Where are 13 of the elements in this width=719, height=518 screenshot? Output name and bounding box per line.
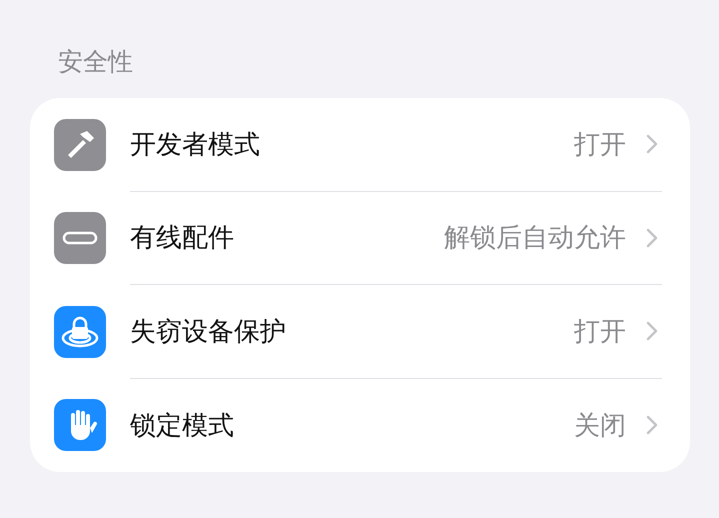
setting-label[interactable]: 开发者模式 (130, 126, 574, 162)
section-title: 安全性 (57, 46, 134, 78)
chevron-icon[interactable] (646, 415, 658, 436)
setting-value: 解锁后自动允许 (444, 222, 626, 256)
setting-label[interactable]: 有线配件 (130, 220, 444, 256)
setting-label[interactable]: 失窃设备保护 (130, 314, 574, 349)
chevron-icon[interactable] (646, 228, 658, 248)
setting-value: 关闭 (574, 410, 626, 443)
chevron-icon[interactable] (646, 134, 658, 154)
setting-value: 打开 (574, 128, 626, 162)
chevron-icon[interactable] (646, 321, 658, 342)
setting-label[interactable]: 锁定模式 (130, 408, 574, 443)
setting-value: 打开 (574, 316, 626, 349)
